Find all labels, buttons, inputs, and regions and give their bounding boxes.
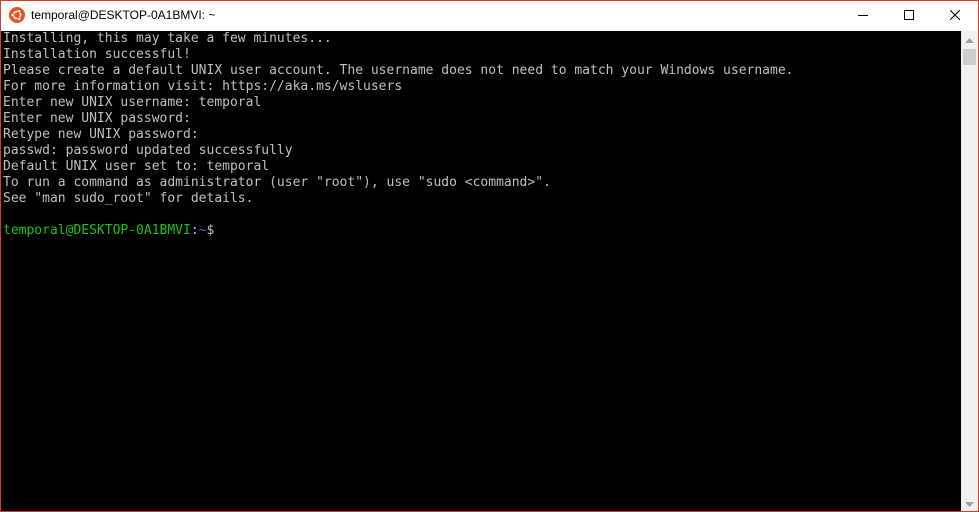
scroll-up-button[interactable] — [961, 31, 978, 48]
scrollbar-thumb[interactable] — [963, 49, 976, 65]
minimize-button[interactable] — [840, 1, 886, 31]
minimize-icon — [858, 7, 868, 25]
prompt-separator: : — [190, 223, 199, 238]
title-bar[interactable]: temporal@DESKTOP-0A1BMVI: ~ — [1, 1, 978, 31]
chevron-up-icon — [965, 31, 974, 49]
terminal-line: For more information visit: https://aka.… — [3, 79, 403, 94]
maximize-button[interactable] — [886, 1, 932, 31]
close-icon — [949, 7, 961, 25]
window-title: temporal@DESKTOP-0A1BMVI: ~ — [31, 8, 216, 22]
maximize-icon — [904, 7, 914, 25]
terminal-output[interactable]: Installing, this may take a few minutes.… — [1, 31, 961, 511]
prompt-path: ~ — [198, 223, 207, 238]
terminal-line: Installing, this may take a few minutes.… — [3, 31, 332, 46]
terminal-line: Default UNIX user set to: temporal — [3, 159, 270, 174]
terminal-line: Enter new UNIX username: temporal — [3, 95, 262, 110]
vertical-scrollbar[interactable] — [961, 31, 978, 511]
terminal-line: Enter new UNIX password: — [3, 111, 191, 126]
chevron-down-icon — [965, 494, 974, 512]
close-button[interactable] — [932, 1, 978, 31]
scroll-down-button[interactable] — [961, 494, 978, 511]
terminal-line: To run a command as administrator (user … — [3, 175, 551, 190]
prompt-symbol: $ — [206, 223, 215, 238]
terminal-line: Retype new UNIX password: — [3, 127, 199, 142]
terminal-line: See "man sudo_root" for details. — [3, 191, 254, 206]
terminal-line: Please create a default UNIX user accoun… — [3, 63, 794, 78]
ubuntu-icon[interactable] — [9, 7, 25, 23]
terminal-window: temporal@DESKTOP-0A1BMVI: ~ Installing, … — [0, 0, 979, 512]
terminal-line: Installation successful! — [3, 47, 191, 62]
shell-prompt[interactable]: temporal@DESKTOP-0A1BMVI:~$ — [1, 223, 961, 239]
prompt-user-host: temporal@DESKTOP-0A1BMVI — [3, 223, 191, 238]
terminal-line: passwd: password updated successfully — [3, 143, 293, 158]
